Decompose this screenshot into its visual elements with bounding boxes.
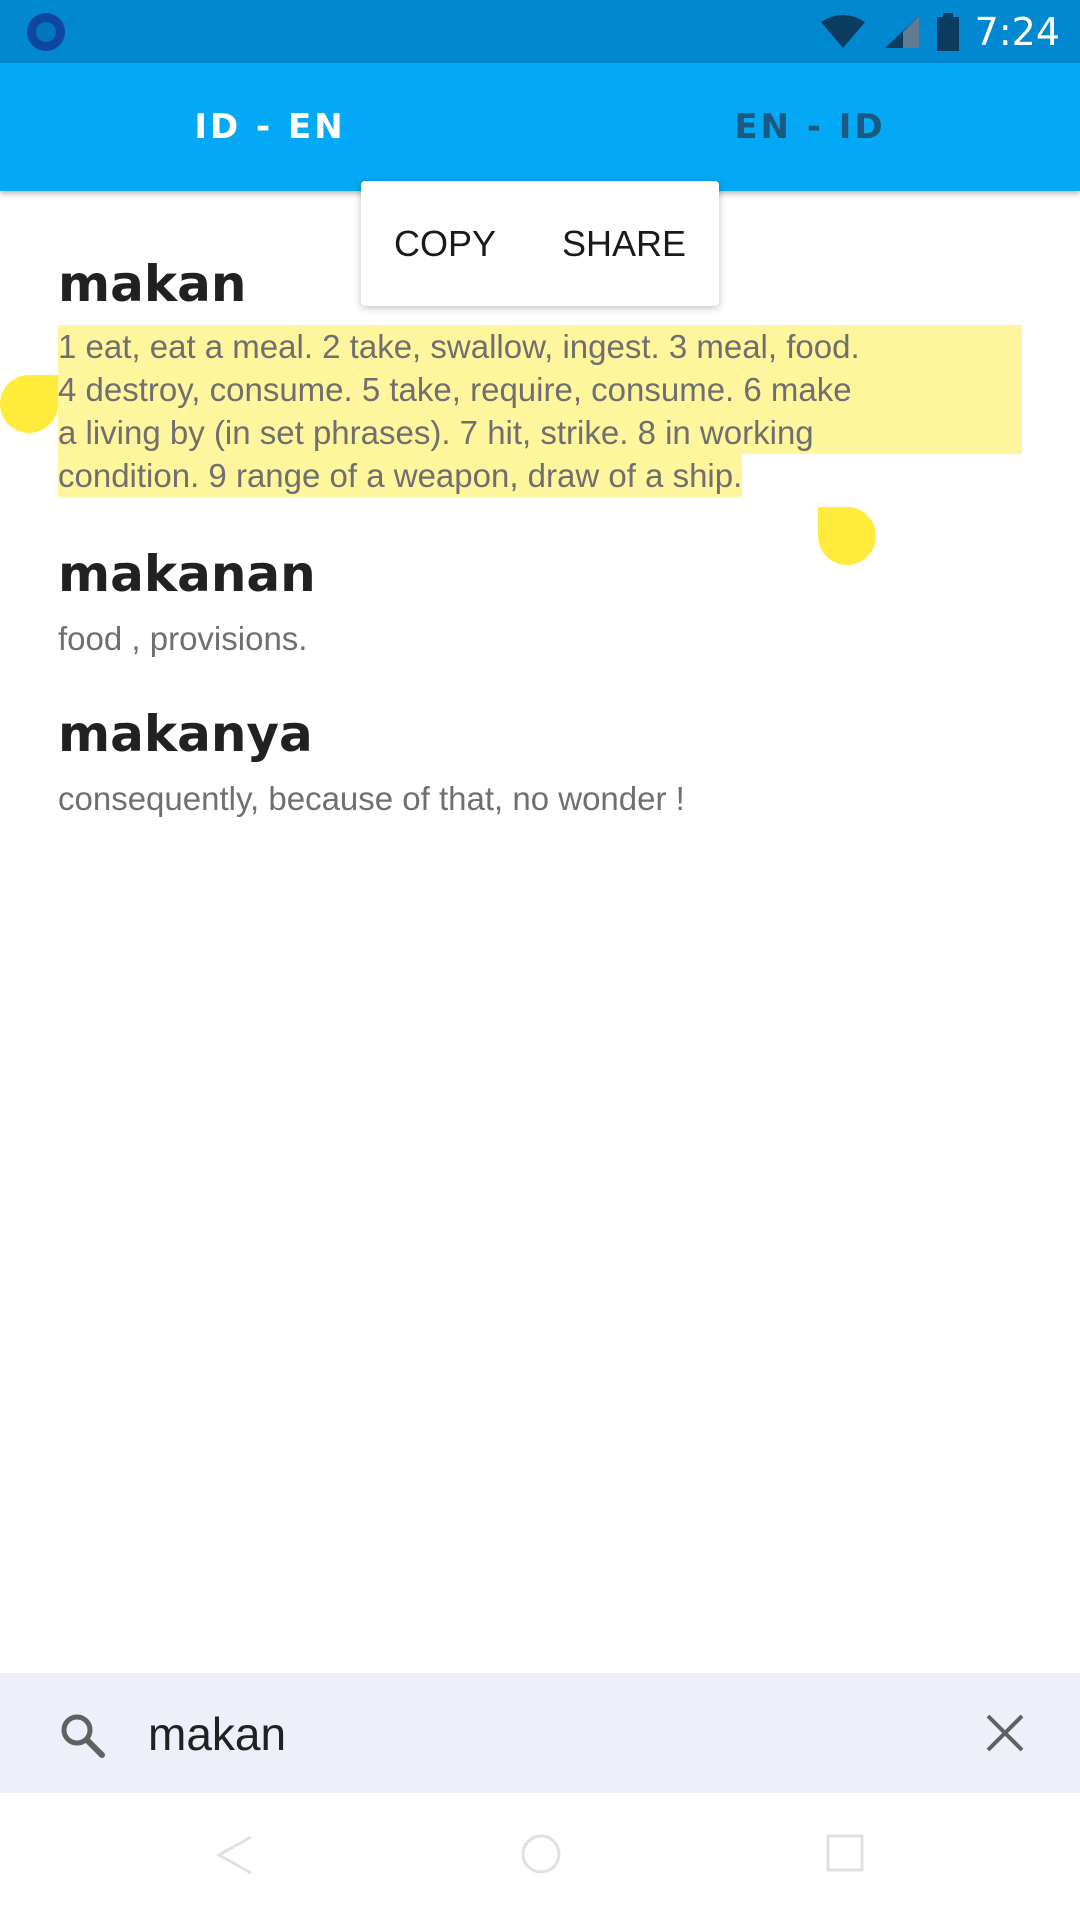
tab-bar: ID - EN EN - ID: [0, 63, 1080, 191]
status-time: 7:24: [974, 9, 1060, 54]
status-bar: 7:24: [0, 0, 1080, 63]
close-icon[interactable]: [985, 1713, 1025, 1753]
definition-selected[interactable]: 1 eat, eat a meal. 2 take, swallow, inge…: [58, 325, 1028, 497]
selection-end-handle[interactable]: [818, 507, 876, 565]
selection-start-handle[interactable]: [0, 375, 58, 433]
definition-line: condition. 9 range of a weapon, draw of …: [58, 454, 743, 497]
app-notification-icon: [27, 13, 65, 51]
definition: consequently, because of that, no wonder…: [58, 780, 685, 817]
search-input[interactable]: [146, 1695, 930, 1773]
definition: food , provisions.: [58, 620, 308, 657]
definition-line: 1 eat, eat a meal. 2 take, swallow, inge…: [58, 325, 1022, 368]
share-button[interactable]: SHARE: [562, 223, 686, 265]
wifi-icon: [820, 14, 865, 48]
headword: makanya: [58, 705, 313, 763]
definition-line: 4 destroy, consume. 5 take, require, con…: [58, 368, 1022, 411]
status-icons: 7:24: [819, 0, 1060, 63]
screen: 7:24 ID - EN EN - ID makan 1 eat, eat a …: [0, 0, 1080, 1920]
home-icon[interactable]: [520, 1833, 562, 1875]
entry-makanya[interactable]: makanya consequently, because of that, n…: [58, 705, 1028, 820]
headword: makanan: [58, 545, 316, 603]
tab-en-id[interactable]: EN - ID: [540, 63, 1080, 191]
signal-icon: [884, 15, 919, 48]
recents-icon[interactable]: [825, 1833, 865, 1873]
navigation-bar: [0, 1793, 1080, 1920]
tab-id-en[interactable]: ID - EN: [0, 63, 540, 191]
back-icon[interactable]: [215, 1833, 255, 1877]
search-icon: [61, 1714, 105, 1758]
definition-line: a living by (in set phrases). 7 hit, str…: [58, 411, 1022, 454]
battery-icon: [936, 12, 959, 51]
entry-makanan[interactable]: makanan food , provisions.: [58, 545, 1028, 660]
search-bar: [0, 1673, 1080, 1793]
text-selection-menu: COPY SHARE: [361, 181, 719, 306]
copy-button[interactable]: COPY: [394, 223, 496, 265]
